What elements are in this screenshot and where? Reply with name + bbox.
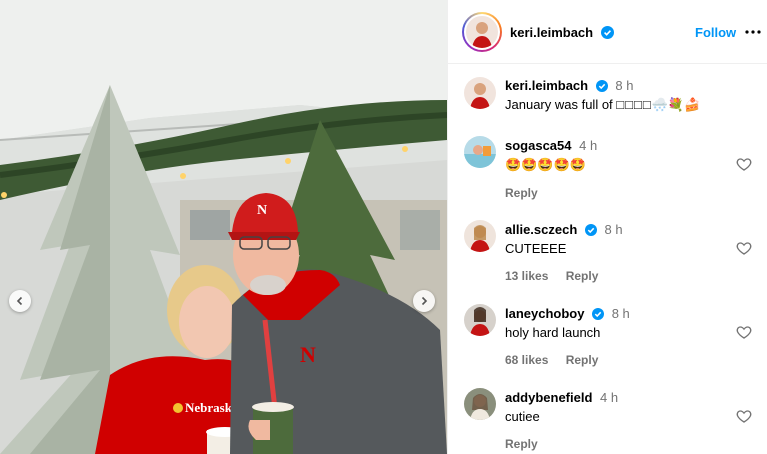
caption-emoji-2: 💐: [667, 97, 685, 112]
comment-time[interactable]: 4 h: [600, 390, 618, 405]
avatar-photo-icon: [472, 22, 492, 48]
caption-time[interactable]: 8 h: [615, 78, 633, 93]
comment-text: holy hard launch: [505, 325, 601, 340]
chevron-right-icon: [421, 296, 428, 306]
verified-badge-icon: [592, 308, 605, 320]
avatar-photo-icon: [470, 394, 490, 420]
comment-item: sogasca54 4 h 🤩🤩🤩🤩🤩 Reply: [448, 134, 767, 218]
comment-item: allie.sczech 8 h CUTEEEE 13 likes Reply: [448, 218, 767, 302]
verified-badge-icon: [600, 26, 614, 39]
comment-meta: Reply: [505, 186, 597, 200]
comment-username[interactable]: sogasca54: [505, 138, 572, 153]
heart-icon[interactable]: [736, 324, 752, 340]
avatar: [464, 14, 500, 50]
avatar-photo-icon: [470, 83, 490, 109]
more-options-icon[interactable]: [745, 24, 761, 40]
avatar-photo-icon: [464, 145, 496, 168]
comment-time[interactable]: 8 h: [612, 306, 630, 321]
comment-text: 🤩🤩🤩🤩🤩: [505, 157, 586, 172]
comment-avatar[interactable]: [464, 304, 496, 336]
comment-body: sogasca54 4 h 🤩🤩🤩🤩🤩 Reply: [505, 138, 597, 200]
reply-button[interactable]: Reply: [566, 269, 599, 283]
post-header: keri.leimbach Follow: [448, 0, 767, 64]
comment-body: laneychoboy 8 h holy hard launch 68 like…: [505, 306, 630, 367]
avatar-photo-icon: [470, 225, 490, 252]
comment-avatar[interactable]: [464, 220, 496, 252]
comment-username[interactable]: addybenefield: [505, 390, 592, 405]
comment-username[interactable]: laneychoboy: [505, 306, 584, 321]
chevron-left-icon: [16, 296, 23, 306]
comment-time[interactable]: 8 h: [605, 222, 623, 237]
caption-text: January was full of: [505, 97, 617, 112]
verified-badge-icon: [595, 80, 608, 92]
comment-item: laneychoboy 8 h holy hard launch 68 like…: [448, 302, 767, 386]
caption-text-row: January was full of □□□□🌨️💐🍰: [505, 97, 700, 113]
likes-count[interactable]: 13 likes: [505, 269, 548, 283]
post-photo: Nebraska N N: [0, 0, 447, 454]
comment-header: laneychoboy 8 h: [505, 306, 630, 321]
comment-avatar[interactable]: [464, 136, 496, 168]
cap-n-logo: N: [257, 203, 267, 218]
caption-emoji-1: 🌨️: [651, 97, 668, 112]
reply-button[interactable]: Reply: [505, 186, 538, 200]
instagram-post-dialog: Nebraska N N keri.leimbach Follow keri.l…: [0, 0, 767, 454]
header-username[interactable]: keri.leimbach: [510, 25, 614, 40]
comment-header: addybenefield 4 h: [505, 390, 618, 405]
avatar-photo-icon: [470, 307, 490, 336]
comment-time[interactable]: 4 h: [579, 138, 597, 153]
heart-icon[interactable]: [736, 408, 752, 424]
comment-avatar[interactable]: [464, 388, 496, 420]
verified-badge-icon: [584, 224, 597, 236]
reply-button[interactable]: Reply: [566, 353, 599, 367]
comment-username[interactable]: allie.sczech: [505, 222, 577, 237]
jacket-n-logo: N: [300, 342, 316, 367]
likes-count[interactable]: 68 likes: [505, 353, 548, 367]
post-caption: keri.leimbach 8 h January was full of □□…: [448, 74, 767, 124]
comment-item: addybenefield 4 h cutiee Reply: [448, 386, 767, 454]
heart-icon[interactable]: [736, 240, 752, 256]
comment-header: allie.sczech 8 h: [505, 222, 623, 237]
comment-meta: 13 likes Reply: [505, 269, 623, 283]
caption-avatar[interactable]: [464, 77, 496, 109]
caption-body: keri.leimbach 8 h January was full of □□…: [505, 78, 700, 113]
comment-text: cutiee: [505, 409, 540, 424]
comment-meta: 68 likes Reply: [505, 353, 630, 367]
comment-meta: Reply: [505, 437, 618, 451]
comment-body: addybenefield 4 h cutiee Reply: [505, 390, 618, 451]
header-username-text[interactable]: keri.leimbach: [510, 25, 593, 40]
caption-header: keri.leimbach 8 h: [505, 78, 700, 93]
caption-emoji-3: 🍰: [684, 97, 701, 112]
story-ring[interactable]: [462, 12, 502, 52]
photo-illustration: Nebraska N N: [0, 0, 447, 454]
caption-username[interactable]: keri.leimbach: [505, 78, 588, 93]
comment-body: allie.sczech 8 h CUTEEEE 13 likes Reply: [505, 222, 623, 283]
previous-image-button[interactable]: [9, 290, 31, 312]
heart-icon[interactable]: [736, 156, 752, 172]
comment-header: sogasca54 4 h: [505, 138, 597, 153]
caption-placeholder-glyphs: □□□□: [616, 97, 652, 112]
comment-text: CUTEEEE: [505, 241, 567, 256]
reply-button[interactable]: Reply: [505, 437, 538, 451]
post-side-panel: keri.leimbach Follow keri.leimbach 8 h J…: [447, 0, 767, 454]
next-image-button[interactable]: [413, 290, 435, 312]
follow-button[interactable]: Follow: [695, 25, 736, 40]
